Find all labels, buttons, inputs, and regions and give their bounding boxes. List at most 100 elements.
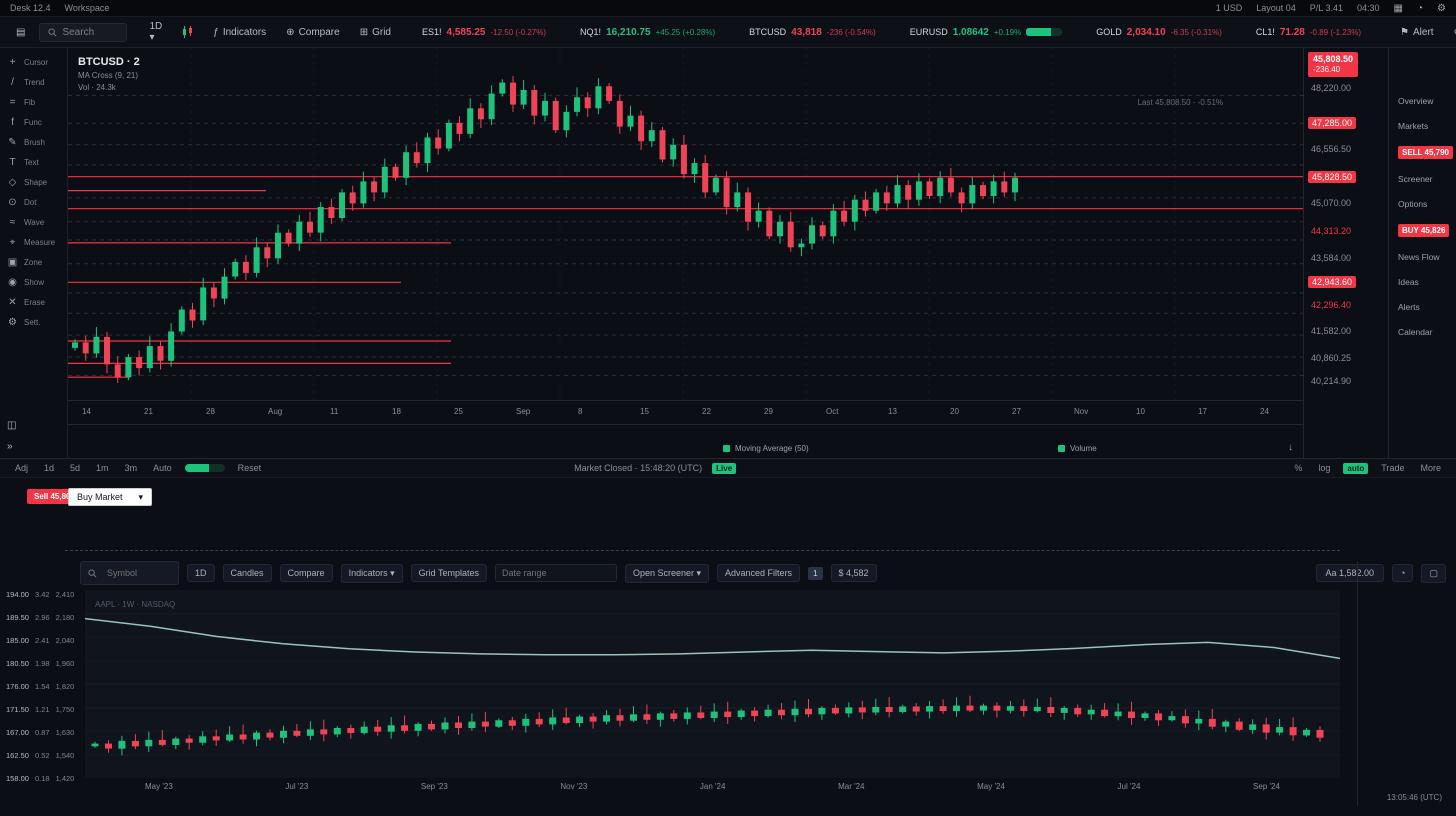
xaxis-label[interactable]: 29: [764, 407, 773, 416]
bottom-button-1d[interactable]: 1D: [187, 564, 215, 582]
bottom-button-gridtemplates[interactable]: Grid Templates: [411, 564, 487, 582]
replay-button[interactable]: ↺Replay: [1448, 24, 1456, 41]
bottom-button-advancedfilters[interactable]: Advanced Filters: [717, 564, 800, 582]
xaxis-label[interactable]: 15: [640, 407, 649, 416]
live-badge[interactable]: Live: [712, 463, 736, 474]
tool-show[interactable]: ◉Show: [0, 276, 67, 289]
order-type-dropdown[interactable]: Buy Market ▾: [68, 488, 152, 506]
bottom-symbol-search[interactable]: [80, 561, 179, 585]
bottom-xaxis-label[interactable]: May '24: [977, 782, 1005, 802]
auto-toggle[interactable]: Auto: [150, 462, 175, 474]
xaxis-label[interactable]: 13: [888, 407, 897, 416]
xaxis-label[interactable]: 25: [454, 407, 463, 416]
extra-tool-icon-1[interactable]: »: [7, 441, 67, 452]
bottom-xaxis-label[interactable]: Nov '23: [560, 782, 587, 802]
price-scale[interactable]: 45,808.50 -236.40 48,220.0047,285.0046,5…: [1303, 48, 1388, 458]
scale-toggle-log[interactable]: log: [1315, 462, 1333, 474]
bottom-button-openscreener[interactable]: Open Screener ▾: [625, 564, 709, 583]
xaxis-label[interactable]: 28: [206, 407, 215, 416]
tool-dot[interactable]: ⊙Dot: [0, 196, 67, 209]
xaxis-label[interactable]: 17: [1198, 407, 1207, 416]
main-chart-pane[interactable]: BTCUSD · 2 MA Cross (9, 21) Vol · 24.3k …: [68, 48, 1303, 458]
panel-item-overview[interactable]: Overview: [1398, 96, 1456, 106]
alert-button[interactable]: ⚑Alert: [1394, 24, 1440, 41]
price-alert-badge[interactable]: 47,285.00: [1308, 117, 1356, 129]
range-button-5d[interactable]: 5d: [67, 462, 83, 474]
reset-button[interactable]: Reset: [235, 462, 265, 474]
xaxis-label[interactable]: 22: [702, 407, 711, 416]
panel-item-markets[interactable]: Markets: [1398, 121, 1456, 131]
bottom-chart-pane[interactable]: AAPL · 1W · NASDAQ: [85, 590, 1340, 778]
bottom-chart-svg[interactable]: [85, 590, 1340, 778]
panel-order-badge-2[interactable]: SELL 45,790: [1398, 146, 1453, 159]
range-button-1d[interactable]: 1d: [41, 462, 57, 474]
xaxis-label[interactable]: 27: [1012, 407, 1021, 416]
bottom-xaxis-label[interactable]: Jul '23: [285, 782, 308, 802]
bottom-xaxis-label[interactable]: Jan '24: [700, 782, 726, 802]
adjust-toggle[interactable]: Adj: [12, 462, 31, 474]
xaxis-label[interactable]: Nov: [1074, 407, 1088, 416]
last-price-badge[interactable]: 45,808.50 -236.40: [1308, 52, 1358, 77]
toolbar-button-indicators[interactable]: ƒIndicators: [207, 24, 272, 41]
bottom-xaxis-label[interactable]: Sep '24: [1253, 782, 1280, 802]
snapshot-icon[interactable]: ◔: [1392, 564, 1413, 582]
ticker-es1[interactable]: ES1!4,585.25-12.50 (-0.27%): [413, 27, 555, 38]
xaxis-label[interactable]: Aug: [268, 407, 282, 416]
tool-cursor[interactable]: +Cursor: [0, 56, 67, 69]
ticker-gold[interactable]: GOLD2,034.10-6.35 (-0.31%): [1087, 27, 1231, 38]
panel-item-calendar[interactable]: Calendar: [1398, 327, 1456, 337]
scale-toggle-%[interactable]: %: [1291, 462, 1305, 474]
xaxis-label[interactable]: 8: [578, 407, 582, 416]
panel-item-alerts[interactable]: Alerts: [1398, 302, 1456, 312]
xaxis-label[interactable]: 21: [144, 407, 153, 416]
main-chart-svg[interactable]: [68, 48, 1303, 400]
range-button-3m[interactable]: 3m: [122, 462, 141, 474]
timeframe-button[interactable]: 1D ▾: [143, 18, 168, 46]
xaxis-label[interactable]: Sep: [516, 407, 530, 416]
topbar-right-item-0[interactable]: 1 USD: [1216, 3, 1243, 13]
tool-zone[interactable]: ▣Zone: [0, 256, 67, 269]
grid-icon[interactable]: ▦: [1394, 3, 1403, 14]
panel-item-options[interactable]: Options: [1398, 199, 1456, 209]
range-button-1m[interactable]: 1m: [93, 462, 112, 474]
topbar-left-item-1[interactable]: Workspace: [65, 3, 110, 13]
xaxis-label[interactable]: 14: [82, 407, 91, 416]
menu-icon[interactable]: ▤: [10, 24, 31, 41]
scale-toggle-auto[interactable]: auto: [1343, 463, 1368, 474]
panel-item-ideas[interactable]: Ideas: [1398, 277, 1456, 287]
price-alert-badge[interactable]: 45,828.50: [1308, 171, 1356, 183]
extra-tool-icon-0[interactable]: ◫: [7, 420, 67, 431]
ticker-cl1[interactable]: CL1!71.28-0.89 (-1.23%): [1247, 27, 1370, 38]
symbol-search-button[interactable]: Search: [39, 23, 127, 42]
xaxis-label[interactable]: 24: [1260, 407, 1269, 416]
toolbar-button-compare[interactable]: ⊕Compare: [280, 24, 346, 41]
bottom-xaxis-label[interactable]: Sep '23: [421, 782, 448, 802]
tool-shape[interactable]: ◇Shape: [0, 176, 67, 189]
bottom-search-input[interactable]: [101, 565, 171, 581]
tool-func[interactable]: fFunc: [0, 116, 67, 129]
candle-style-button[interactable]: [176, 23, 199, 41]
replay-progress-bar[interactable]: [185, 464, 225, 472]
main-xaxis[interactable]: 142128Aug111825Sep8152229Oct132027Nov101…: [68, 400, 1303, 424]
date-range-input[interactable]: [495, 564, 617, 582]
xaxis-label[interactable]: 20: [950, 407, 959, 416]
bottom-button-indicators[interactable]: Indicators ▾: [341, 564, 403, 583]
ticker-btcusd[interactable]: BTCUSD43,818-236 (-0.54%): [740, 27, 885, 38]
panel-order-badge-5[interactable]: BUY 45,826: [1398, 224, 1449, 237]
bottom-xaxis-label[interactable]: May '23: [145, 782, 173, 802]
footer-more-button[interactable]: More: [1417, 462, 1444, 474]
topbar-right-item-2[interactable]: P/L 3.41: [1310, 3, 1343, 13]
panel-item-screener[interactable]: Screener: [1398, 174, 1456, 184]
bottom-button-candles[interactable]: Candles: [223, 564, 272, 582]
topbar-left-item-0[interactable]: Desk 12.4: [10, 3, 51, 13]
xaxis-label[interactable]: 18: [392, 407, 401, 416]
gear-icon[interactable]: ⚙: [1437, 3, 1446, 14]
xaxis-label[interactable]: 11: [330, 407, 338, 416]
bottom-xaxis[interactable]: May '23Jul '23Sep '23Nov '23Jan '24Mar '…: [85, 782, 1340, 802]
tool-text[interactable]: TText: [0, 156, 67, 169]
tool-erase[interactable]: ✕Erase: [0, 296, 67, 309]
tool-trend[interactable]: /Trend: [0, 76, 67, 89]
footer-trade-button[interactable]: Trade: [1378, 462, 1407, 474]
tool-brush[interactable]: ✎Brush: [0, 136, 67, 149]
bottom-button-compare[interactable]: Compare: [280, 564, 333, 582]
